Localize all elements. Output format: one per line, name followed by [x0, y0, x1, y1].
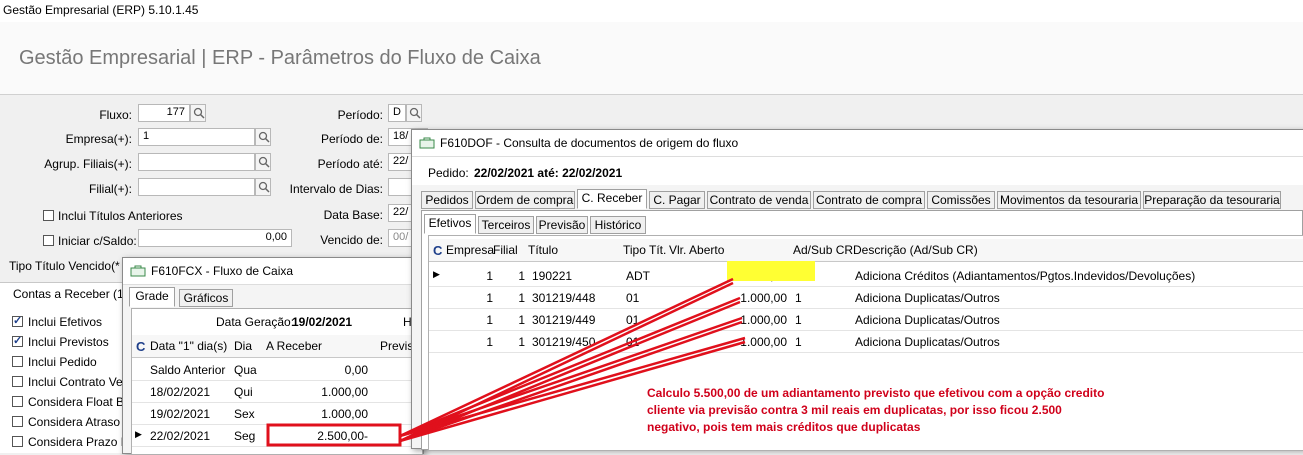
annotation-line-1: Calculo 5.500,00 de um adiantamento prev…: [647, 386, 1105, 400]
annotation-note: Calculo 5.500,00 de um adiantamento prev…: [647, 385, 1167, 436]
red-box-2500: [266, 423, 402, 447]
annotation-overlay: [266, 261, 815, 447]
highlight-adsub-2: [789, 263, 805, 279]
annotation-line-3: negativo, pois tem mais créditos que dup…: [647, 420, 921, 434]
annotation-line-2: cliente via previsão contra 3 mil reais …: [647, 403, 1062, 417]
